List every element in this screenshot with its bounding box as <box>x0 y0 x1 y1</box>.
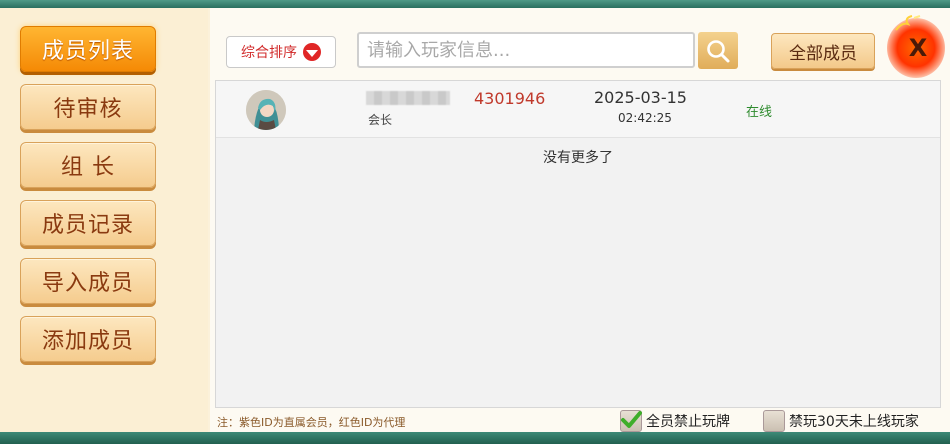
sidebar-item-label: 待审核 <box>53 97 123 122</box>
sidebar-item-label: 添加成员 <box>41 329 134 354</box>
ban-all-checkbox[interactable]: 全员禁止玩牌 <box>620 410 730 432</box>
sidebar-item-import-members[interactable]: 导入成员 <box>20 258 156 304</box>
list-end-text: 没有更多了 <box>543 150 613 166</box>
member-name-blurred <box>366 91 450 105</box>
sidebar-item-label: 成员列表 <box>41 39 134 64</box>
checkbox-box <box>763 410 785 432</box>
member-list: 会长 4301946 2025-03-15 02:42:25 在线 没有更多了 <box>215 80 941 408</box>
avatar-image <box>246 90 286 130</box>
footer-note: 注：紫色ID为直属会员，红色ID为代理 <box>217 416 406 429</box>
sidebar-item-label: 成员记录 <box>41 213 134 238</box>
close-button-area: X <box>887 14 947 80</box>
sidebar-item-add-member[interactable]: 添加成员 <box>20 316 156 362</box>
sidebar-item-label: 组 长 <box>61 155 115 180</box>
sidebar-item-member-records[interactable]: 成员记录 <box>20 200 156 246</box>
sparkle-icon <box>895 15 921 31</box>
sort-label: 综合排序 <box>241 45 297 61</box>
avatar <box>246 90 286 130</box>
all-members-label: 全部成员 <box>789 43 857 64</box>
member-id: 4301946 <box>474 89 546 108</box>
bottom-frame-strip <box>0 432 950 444</box>
status-badge: 在线 <box>746 105 773 120</box>
table-row[interactable]: 会长 4301946 2025-03-15 02:42:25 在线 <box>216 81 940 138</box>
sidebar: 成员列表 待审核 组 长 成员记录 导入成员 添加成员 <box>0 8 208 432</box>
sidebar-item-group-leader[interactable]: 组 长 <box>20 142 156 188</box>
checkbox-box <box>620 410 642 432</box>
sidebar-item-label: 导入成员 <box>41 271 134 296</box>
search-button[interactable] <box>698 32 738 69</box>
sidebar-item-member-list[interactable]: 成员列表 <box>20 26 156 72</box>
member-role: 会长 <box>368 113 393 127</box>
sort-dropdown[interactable]: 综合排序 <box>226 36 336 68</box>
search-input[interactable] <box>357 32 695 68</box>
sidebar-item-pending-review[interactable]: 待审核 <box>20 84 156 130</box>
member-time: 02:42:25 <box>618 111 672 125</box>
checkmark-icon <box>621 411 642 428</box>
ban-all-label: 全员禁止玩牌 <box>646 414 730 430</box>
close-icon[interactable]: X <box>902 32 934 64</box>
ban-inactive-checkbox[interactable]: 禁玩30天未上线玩家 <box>763 410 919 432</box>
search-icon <box>707 39 730 62</box>
top-frame-strip <box>0 0 950 8</box>
all-members-button[interactable]: 全部成员 <box>771 33 875 69</box>
ban-inactive-label: 禁玩30天未上线玩家 <box>789 414 919 430</box>
chevron-down-icon <box>303 43 321 61</box>
member-date: 2025-03-15 <box>594 88 687 107</box>
